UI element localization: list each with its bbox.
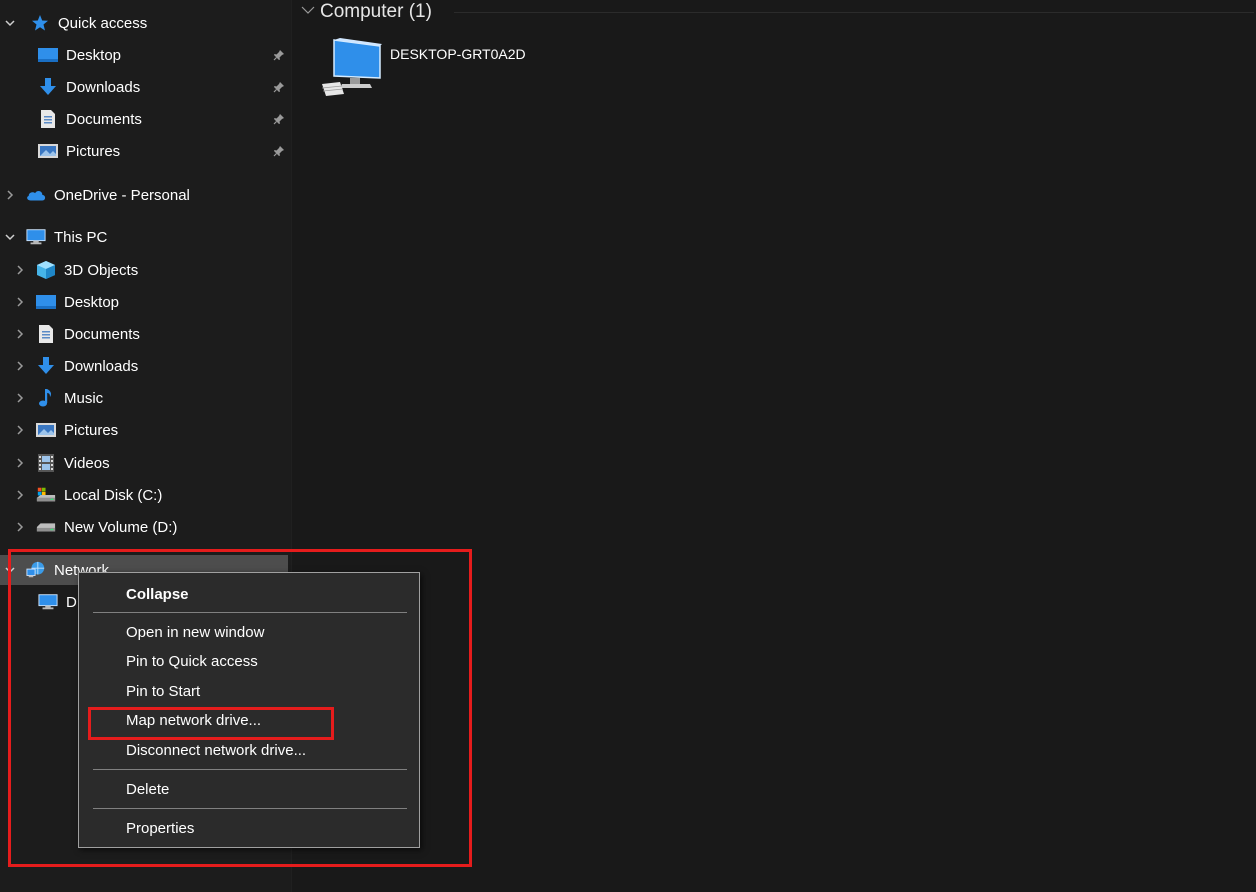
nav-item-label: Documents: [66, 110, 142, 128]
pictures-folder-icon: [36, 420, 56, 440]
videos-folder-icon: [36, 453, 56, 473]
nav-item-label: Pictures: [64, 421, 119, 439]
nav-item-label: Pictures: [66, 142, 121, 160]
menu-item-pin-to-start[interactable]: Pin to Start: [80, 677, 418, 706]
pin-icon[interactable]: [271, 111, 287, 127]
this-pc-icon: [26, 227, 46, 247]
group-divider: [454, 12, 1254, 13]
downloads-folder-icon: [36, 356, 56, 376]
nav-quick-access-downloads[interactable]: Downloads: [0, 72, 291, 102]
chevron-right-icon[interactable]: [12, 422, 28, 438]
nav-item-label: Desktop: [66, 46, 122, 64]
pin-icon[interactable]: [271, 79, 287, 95]
menu-item-disconnect-network-drive[interactable]: Disconnect network drive...: [80, 736, 418, 765]
nav-item-label: 3D Objects: [64, 261, 139, 279]
nav-item-label: Downloads: [66, 78, 141, 96]
menu-item-pin-to-quick-access[interactable]: Pin to Quick access: [80, 647, 418, 676]
drive-icon: [36, 517, 56, 537]
nav-quick-access-pictures[interactable]: Pictures: [0, 136, 291, 166]
pictures-folder-icon: [38, 141, 58, 161]
network-icon: [26, 560, 46, 580]
menu-separator: [93, 769, 407, 770]
menu-item-open-in-new-window[interactable]: Open in new window: [80, 618, 418, 647]
nav-quick-access[interactable]: Quick access: [0, 8, 291, 38]
3d-objects-folder-icon: [36, 260, 56, 280]
nav-this-pc-desktop[interactable]: Desktop: [0, 287, 291, 317]
documents-folder-icon: [38, 109, 58, 129]
menu-item-delete[interactable]: Delete: [80, 775, 418, 804]
nav-quick-access-desktop[interactable]: Desktop: [0, 40, 291, 70]
chevron-right-icon[interactable]: [12, 262, 28, 278]
chevron-down-icon[interactable]: [2, 229, 18, 245]
nav-this-pc-videos[interactable]: Videos: [0, 448, 291, 478]
content-pane: Computer (1) DESKTOP-GRT0A2D: [292, 0, 1256, 892]
nav-this-pc-local-disk-c[interactable]: Local Disk (C:): [0, 480, 291, 510]
chevron-right-icon[interactable]: [12, 358, 28, 374]
menu-separator: [93, 808, 407, 809]
documents-folder-icon: [36, 324, 56, 344]
nav-this-pc-3d-objects[interactable]: 3D Objects: [0, 255, 291, 285]
group-header[interactable]: Computer (1): [300, 0, 432, 24]
music-folder-icon: [36, 388, 56, 408]
chevron-right-icon[interactable]: [2, 187, 18, 203]
nav-item-label: New Volume (D:): [64, 518, 178, 536]
chevron-right-icon[interactable]: [12, 519, 28, 535]
nav-item-label: Documents: [64, 325, 140, 343]
local-disk-icon: [36, 485, 56, 505]
computer-icon: [320, 38, 382, 100]
computer-icon: [38, 592, 58, 612]
menu-item-properties[interactable]: Properties: [80, 814, 418, 843]
chevron-down-icon[interactable]: [2, 562, 18, 578]
nav-this-pc-new-volume-d[interactable]: New Volume (D:): [0, 512, 291, 542]
chevron-right-icon[interactable]: [12, 455, 28, 471]
nav-onedrive[interactable]: OneDrive - Personal: [0, 180, 291, 210]
group-title: Computer (1): [320, 1, 432, 22]
chevron-down-icon[interactable]: [300, 2, 316, 22]
downloads-folder-icon: [38, 77, 58, 97]
menu-separator: [93, 612, 407, 613]
nav-this-pc-downloads[interactable]: Downloads: [0, 351, 291, 381]
nav-this-pc-pictures[interactable]: Pictures: [0, 415, 291, 445]
nav-onedrive-label: OneDrive - Personal: [54, 186, 190, 204]
star-icon: [30, 13, 50, 33]
chevron-right-icon[interactable]: [12, 326, 28, 342]
chevron-down-icon[interactable]: [2, 15, 18, 31]
chevron-right-icon[interactable]: [12, 390, 28, 406]
computer-item[interactable]: DESKTOP-GRT0A2D: [316, 36, 576, 100]
chevron-right-icon[interactable]: [12, 294, 28, 310]
nav-item-label: D: [66, 593, 77, 611]
pin-icon[interactable]: [271, 47, 287, 63]
nav-quick-access-documents[interactable]: Documents: [0, 104, 291, 134]
context-menu: Collapse Open in new window Pin to Quick…: [78, 572, 420, 848]
menu-item-map-network-drive[interactable]: Map network drive...: [80, 706, 418, 735]
nav-item-label: Downloads: [64, 357, 139, 375]
nav-this-pc[interactable]: This PC: [0, 222, 291, 252]
pin-icon[interactable]: [271, 143, 287, 159]
onedrive-cloud-icon: [26, 185, 46, 205]
desktop-folder-icon: [38, 45, 58, 65]
nav-item-label: Music: [64, 389, 104, 407]
nav-this-pc-music[interactable]: Music: [0, 383, 291, 413]
nav-item-label: Desktop: [64, 293, 120, 311]
nav-this-pc-label: This PC: [54, 228, 108, 246]
chevron-right-icon[interactable]: [12, 487, 28, 503]
nav-item-label: Local Disk (C:): [64, 486, 163, 504]
nav-item-label: Videos: [64, 454, 110, 472]
nav-this-pc-documents[interactable]: Documents: [0, 319, 291, 349]
desktop-folder-icon: [36, 292, 56, 312]
menu-item-collapse[interactable]: Collapse: [80, 580, 418, 609]
computer-name: DESKTOP-GRT0A2D: [390, 46, 526, 62]
nav-quick-access-label: Quick access: [58, 14, 148, 32]
